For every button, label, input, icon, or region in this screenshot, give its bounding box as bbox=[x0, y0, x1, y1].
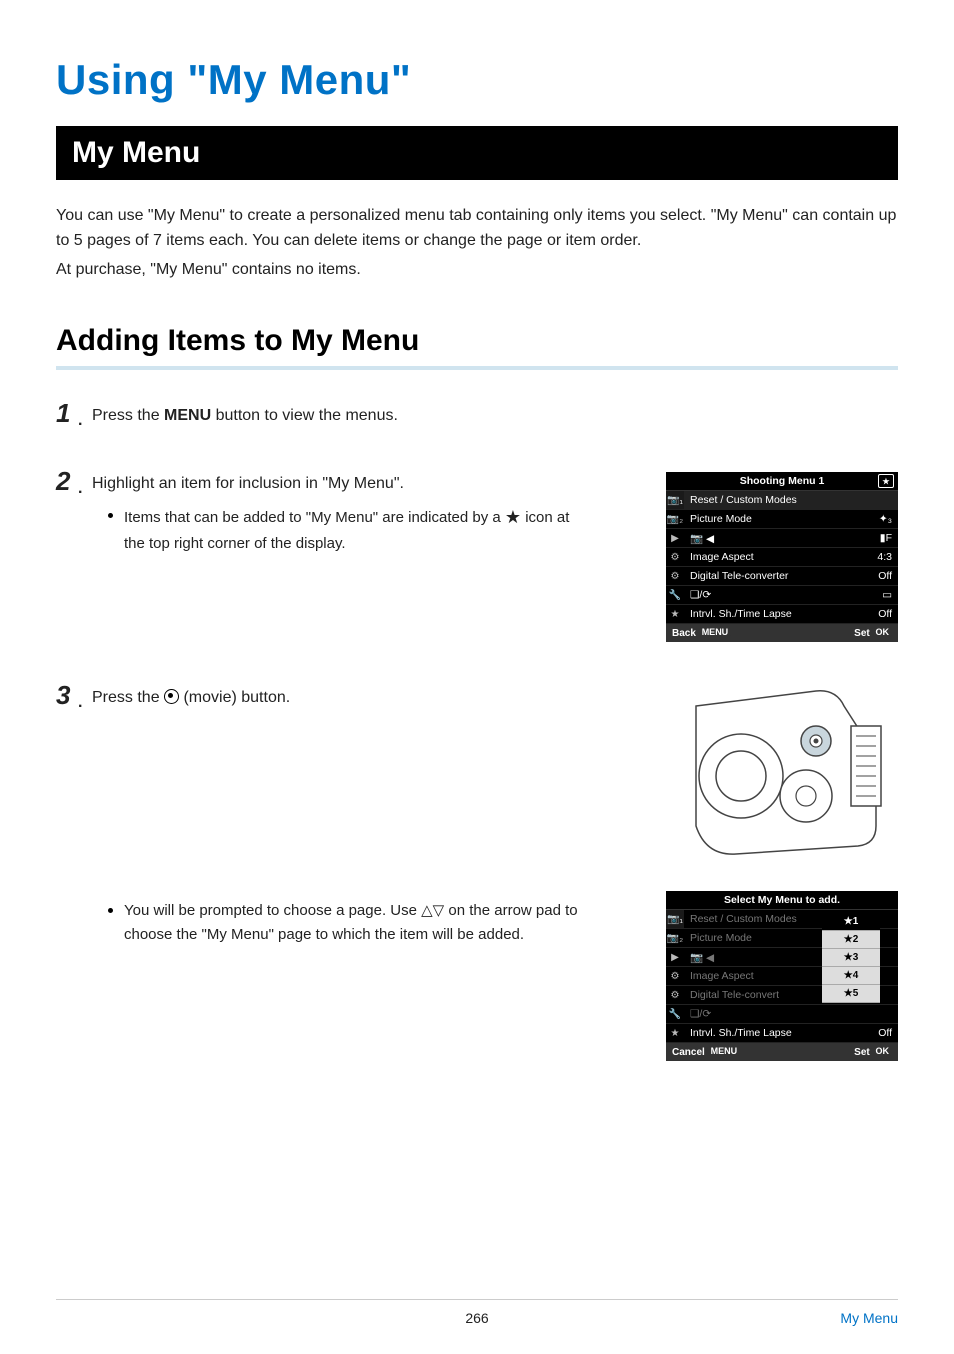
tab-icon: ⚙ bbox=[666, 548, 684, 567]
set-label: Set bbox=[854, 1047, 870, 1058]
selector-option: ★3 bbox=[822, 949, 880, 967]
selector-option: ★5 bbox=[822, 985, 880, 1003]
my-menu-indicator-icon: ★ bbox=[878, 474, 894, 488]
intro-paragraph-2: At purchase, "My Menu" contains no items… bbox=[56, 258, 898, 283]
menu-row: 📷 ◀▮F bbox=[684, 529, 898, 548]
tab-icon: ▶ bbox=[666, 948, 684, 967]
footer-link[interactable]: My Menu bbox=[840, 1310, 898, 1326]
step-2: 2. Highlight an item for inclusion in "M… bbox=[56, 472, 898, 642]
step-text: (movie) button. bbox=[179, 689, 290, 706]
page-number: 266 bbox=[465, 1310, 488, 1326]
tab-icon: ★ bbox=[666, 1024, 684, 1043]
tab-icon: 📷₁ bbox=[666, 491, 684, 510]
step-text: Press the bbox=[92, 407, 164, 424]
tab-icon: ⚙ bbox=[666, 567, 684, 586]
set-label: Set bbox=[854, 628, 870, 639]
camera-menu-screenshot-1: Shooting Menu 1 ★ 📷₁ 📷₂ ▶ ⚙ ⚙ 🔧 bbox=[666, 472, 898, 642]
menu-row: ❑/⟳▭ bbox=[684, 586, 898, 605]
step-bullet: You will be prompted to choose a page. U… bbox=[108, 899, 584, 946]
menu-tab-strip: 📷₁ 📷₂ ▶ ⚙ ⚙ 🔧 ★ bbox=[666, 491, 684, 624]
tab-icon: 🔧 bbox=[666, 1005, 684, 1024]
menu-button-label: MENU bbox=[164, 407, 211, 424]
camera-illustration bbox=[666, 686, 898, 856]
selector-option: ★4 bbox=[822, 967, 880, 985]
step-3: 3. Press the (movie) button. bbox=[56, 686, 898, 1061]
menu-title: Select My Menu to add. bbox=[724, 894, 840, 906]
star-icon: ★ bbox=[505, 507, 521, 527]
step-number: 3 bbox=[56, 680, 70, 711]
my-menu-page-selector: ★1 ★2 ★3 ★4 ★5 bbox=[822, 913, 880, 1003]
ok-button-badge: OK bbox=[873, 627, 893, 637]
selector-option: ★2 bbox=[822, 931, 880, 949]
tab-icon: ★ bbox=[666, 605, 684, 624]
tab-icon: 📷₁ bbox=[666, 910, 684, 929]
step-bullet: Items that can be added to "My Menu" are… bbox=[108, 504, 584, 555]
ok-button-badge: OK bbox=[873, 1046, 893, 1056]
page-footer: 266 My Menu bbox=[56, 1299, 898, 1326]
tab-icon: ▶ bbox=[666, 529, 684, 548]
menu-row: Picture Mode✦₃ bbox=[684, 510, 898, 529]
selector-option: ★1 bbox=[822, 913, 880, 931]
chapter-title: Using "My Menu" bbox=[56, 56, 898, 104]
record-movie-button-icon bbox=[164, 689, 179, 704]
tab-icon: 📷₂ bbox=[666, 929, 684, 948]
step-number: 1 bbox=[56, 398, 70, 429]
menu-tab-strip: 📷₁ 📷₂ ▶ ⚙ ⚙ 🔧 ★ bbox=[666, 910, 684, 1043]
menu-title: Shooting Menu 1 bbox=[740, 475, 825, 487]
step-number: 2 bbox=[56, 466, 70, 497]
camera-menu-screenshot-2: Select My Menu to add. 📷₁ 📷₂ ▶ ⚙ ⚙ 🔧 ★ bbox=[666, 891, 898, 1061]
bullet-text: You will be prompted to choose a page. U… bbox=[124, 902, 421, 919]
up-down-arrow-icon: △▽ bbox=[421, 902, 444, 919]
intro-paragraph-1: You can use "My Menu" to create a person… bbox=[56, 204, 898, 254]
tab-icon: ⚙ bbox=[666, 986, 684, 1005]
subsection-heading: Adding Items to My Menu bbox=[56, 324, 898, 370]
menu-row: Image Aspect4:3 bbox=[684, 548, 898, 567]
tab-icon: 🔧 bbox=[666, 586, 684, 605]
step-text: button to view the menus. bbox=[211, 407, 398, 424]
section-heading: My Menu bbox=[56, 126, 898, 180]
step-text: Press the bbox=[92, 689, 164, 706]
cancel-label: Cancel bbox=[672, 1047, 705, 1058]
bullet-text: Items that can be added to "My Menu" are… bbox=[124, 509, 505, 526]
back-label: Back bbox=[672, 628, 696, 639]
tab-icon: ⚙ bbox=[666, 967, 684, 986]
menu-row: Reset / Custom Modes bbox=[684, 491, 898, 510]
menu-button-badge: MENU bbox=[708, 1046, 741, 1056]
tab-icon: 📷₂ bbox=[666, 510, 684, 529]
menu-row: Digital Tele-converterOff bbox=[684, 567, 898, 586]
step-text: Highlight an item for inclusion in "My M… bbox=[92, 472, 646, 496]
menu-row: Intrvl. Sh./Time LapseOff bbox=[684, 1024, 898, 1043]
menu-row: ❑/⟳ bbox=[684, 1005, 898, 1024]
menu-button-badge: MENU bbox=[699, 627, 732, 637]
menu-row: Intrvl. Sh./Time LapseOff bbox=[684, 605, 898, 624]
step-1: 1. Press the MENU button to view the men… bbox=[56, 404, 898, 428]
